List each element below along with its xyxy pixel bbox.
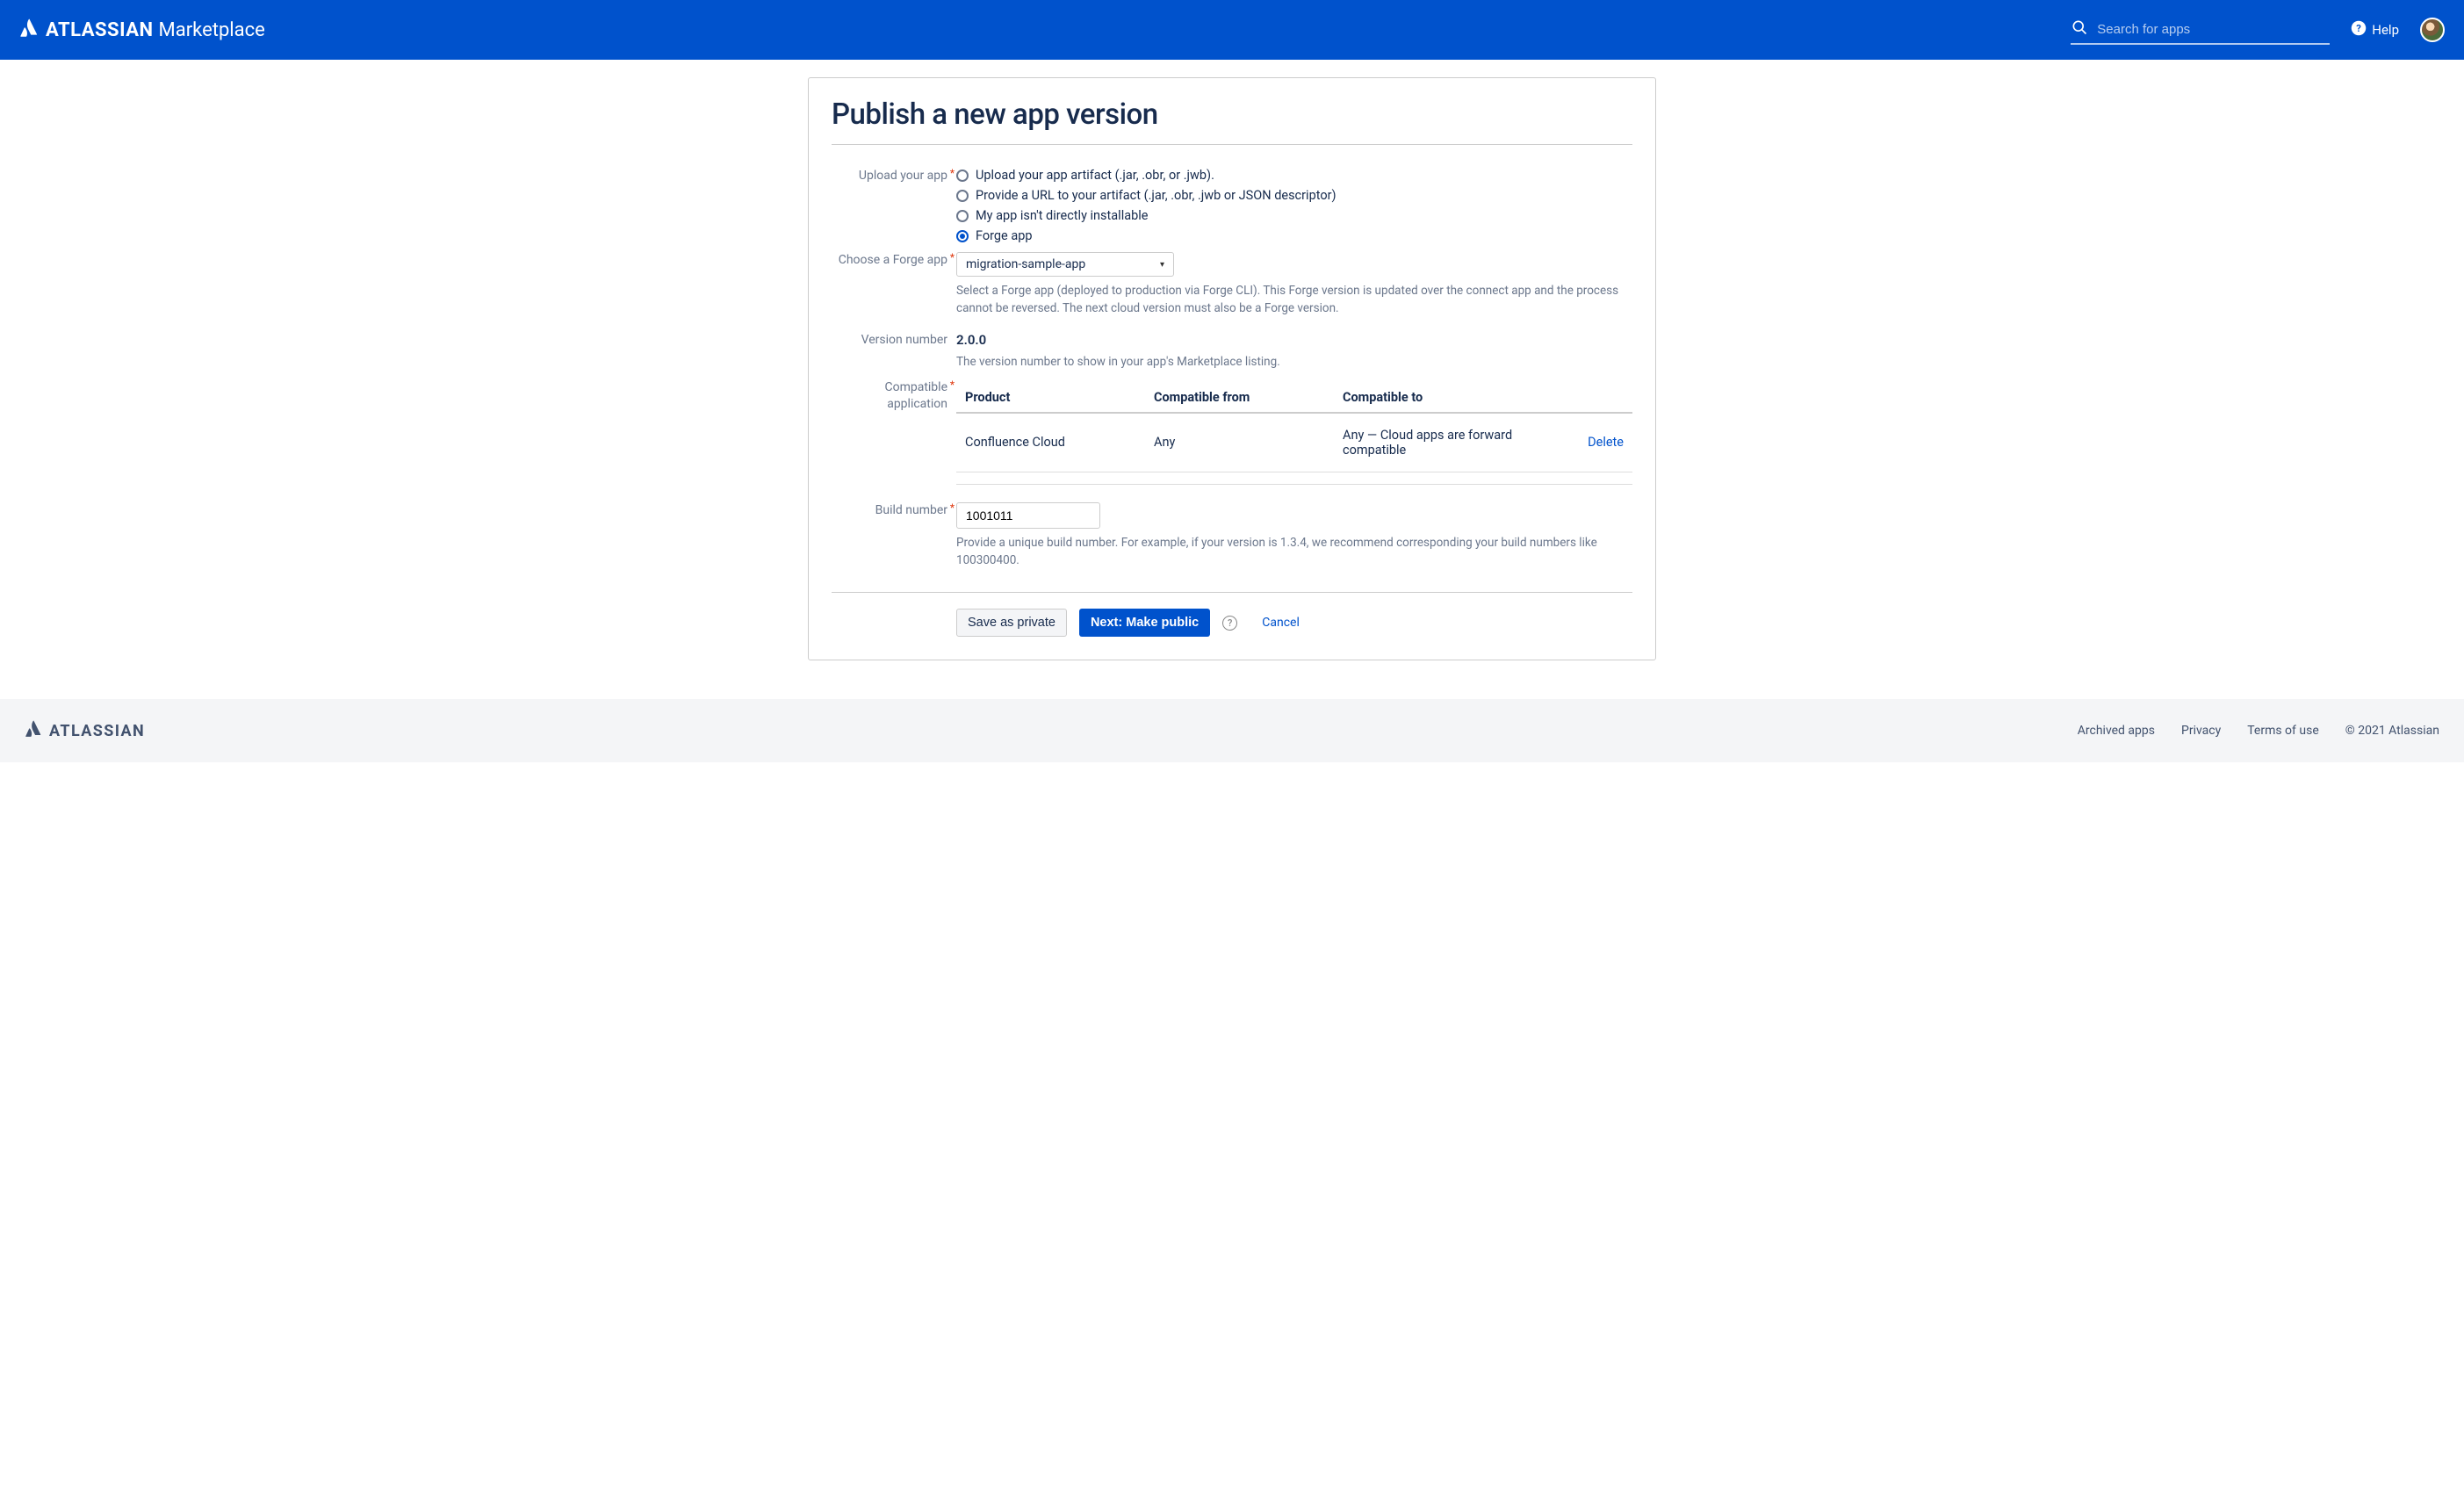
action-help-icon[interactable]: ?	[1222, 616, 1237, 631]
radio-group-upload: Upload your app artifact (.jar, .obr, or…	[956, 168, 1632, 243]
version-value: 2.0.0	[956, 332, 1632, 348]
footer-terms[interactable]: Terms of use	[2247, 724, 2319, 738]
help-icon: ?	[2351, 20, 2367, 40]
footer: ATLASSIAN Archived apps Privacy Terms of…	[0, 699, 2464, 762]
forge-select[interactable]: migration-sample-app ▾	[956, 252, 1174, 277]
th-from: Compatible from	[1154, 390, 1343, 405]
atlassian-icon	[25, 720, 42, 741]
cancel-link[interactable]: Cancel	[1262, 616, 1300, 630]
footer-logo[interactable]: ATLASSIAN	[25, 720, 145, 741]
header: ATLASSIAN Marketplace ? Help	[0, 0, 2464, 60]
table-row: Confluence Cloud Any Any — Cloud apps ar…	[956, 414, 1632, 472]
brand-text: ATLASSIAN	[46, 19, 154, 41]
form-card: Publish a new app version Upload your ap…	[808, 77, 1656, 660]
footer-copyright: © 2021 Atlassian	[2345, 724, 2439, 738]
search-icon	[2071, 18, 2088, 40]
label-version: Version number	[832, 332, 956, 371]
page-title: Publish a new app version	[832, 97, 1632, 145]
search-box[interactable]	[2071, 15, 2330, 45]
delete-link[interactable]: Delete	[1571, 435, 1624, 450]
radio-icon	[956, 210, 969, 222]
help-label: Help	[2372, 22, 2399, 38]
forge-help: Select a Forge app (deployed to producti…	[956, 282, 1632, 318]
header-right: ? Help	[2071, 15, 2445, 45]
radio-label: Provide a URL to your artifact (.jar, .o…	[976, 188, 1336, 203]
actions: Save as private Next: Make public ? Canc…	[832, 609, 1632, 637]
th-to: Compatible to	[1343, 390, 1571, 405]
atlassian-icon	[19, 18, 39, 41]
main: Publish a new app version Upload your ap…	[0, 60, 2464, 696]
radio-label: Upload your app artifact (.jar, .obr, or…	[976, 168, 1214, 183]
row-upload: Upload your app Upload your app artifact…	[832, 168, 1632, 243]
field-upload: Upload your app artifact (.jar, .obr, or…	[956, 168, 1632, 243]
td-to: Any — Cloud apps are forward compatible	[1343, 428, 1571, 458]
radio-icon	[956, 190, 969, 202]
save-private-button[interactable]: Save as private	[956, 609, 1067, 637]
version-help: The version number to show in your app's…	[956, 353, 1632, 371]
table-header: Product Compatible from Compatible to	[956, 383, 1632, 414]
radio-label: My app isn't directly installable	[976, 208, 1148, 223]
field-build: Provide a unique build number. For examp…	[956, 502, 1632, 570]
row-build: Build number Provide a unique build numb…	[832, 502, 1632, 570]
footer-brand: ATLASSIAN	[49, 722, 145, 740]
chevron-down-icon: ▾	[1160, 260, 1164, 270]
label-compat: Compatible application	[832, 379, 956, 494]
label-upload: Upload your app	[832, 168, 956, 243]
build-help: Provide a unique build number. For examp…	[956, 534, 1632, 570]
radio-artifact[interactable]: Upload your app artifact (.jar, .obr, or…	[956, 168, 1632, 183]
build-input[interactable]	[956, 502, 1100, 529]
label-forge: Choose a Forge app	[832, 252, 956, 318]
help-link[interactable]: ? Help	[2351, 20, 2399, 40]
radio-icon	[956, 169, 969, 182]
td-from: Any	[1154, 435, 1343, 450]
forge-selected: migration-sample-app	[966, 257, 1085, 271]
radio-url[interactable]: Provide a URL to your artifact (.jar, .o…	[956, 188, 1632, 203]
field-forge: migration-sample-app ▾ Select a Forge ap…	[956, 252, 1632, 318]
td-product: Confluence Cloud	[965, 435, 1154, 450]
field-version: 2.0.0 The version number to show in your…	[956, 332, 1632, 371]
compat-table: Product Compatible from Compatible to Co…	[956, 383, 1632, 485]
radio-not-installable[interactable]: My app isn't directly installable	[956, 208, 1632, 223]
th-action	[1571, 390, 1624, 405]
th-product: Product	[965, 390, 1154, 405]
header-left: ATLASSIAN Marketplace	[19, 18, 265, 41]
row-forge: Choose a Forge app migration-sample-app …	[832, 252, 1632, 318]
footer-archived[interactable]: Archived apps	[2078, 724, 2155, 738]
divider	[832, 592, 1632, 593]
radio-icon	[956, 230, 969, 242]
brand-logo[interactable]: ATLASSIAN Marketplace	[19, 18, 265, 41]
search-input[interactable]	[2097, 22, 2330, 37]
footer-privacy[interactable]: Privacy	[2181, 724, 2221, 738]
table-spacer	[956, 472, 1632, 485]
brand-sub: Marketplace	[159, 19, 265, 41]
next-public-button[interactable]: Next: Make public	[1079, 609, 1210, 637]
row-compat: Compatible application Product Compatibl…	[832, 379, 1632, 494]
radio-label: Forge app	[976, 228, 1033, 243]
field-compat: Product Compatible from Compatible to Co…	[956, 379, 1632, 494]
footer-links: Archived apps Privacy Terms of use © 202…	[2078, 724, 2439, 738]
label-build: Build number	[832, 502, 956, 570]
svg-text:?: ?	[2356, 23, 2361, 34]
radio-forge[interactable]: Forge app	[956, 228, 1632, 243]
avatar[interactable]	[2420, 18, 2445, 42]
row-version: Version number 2.0.0 The version number …	[832, 332, 1632, 371]
